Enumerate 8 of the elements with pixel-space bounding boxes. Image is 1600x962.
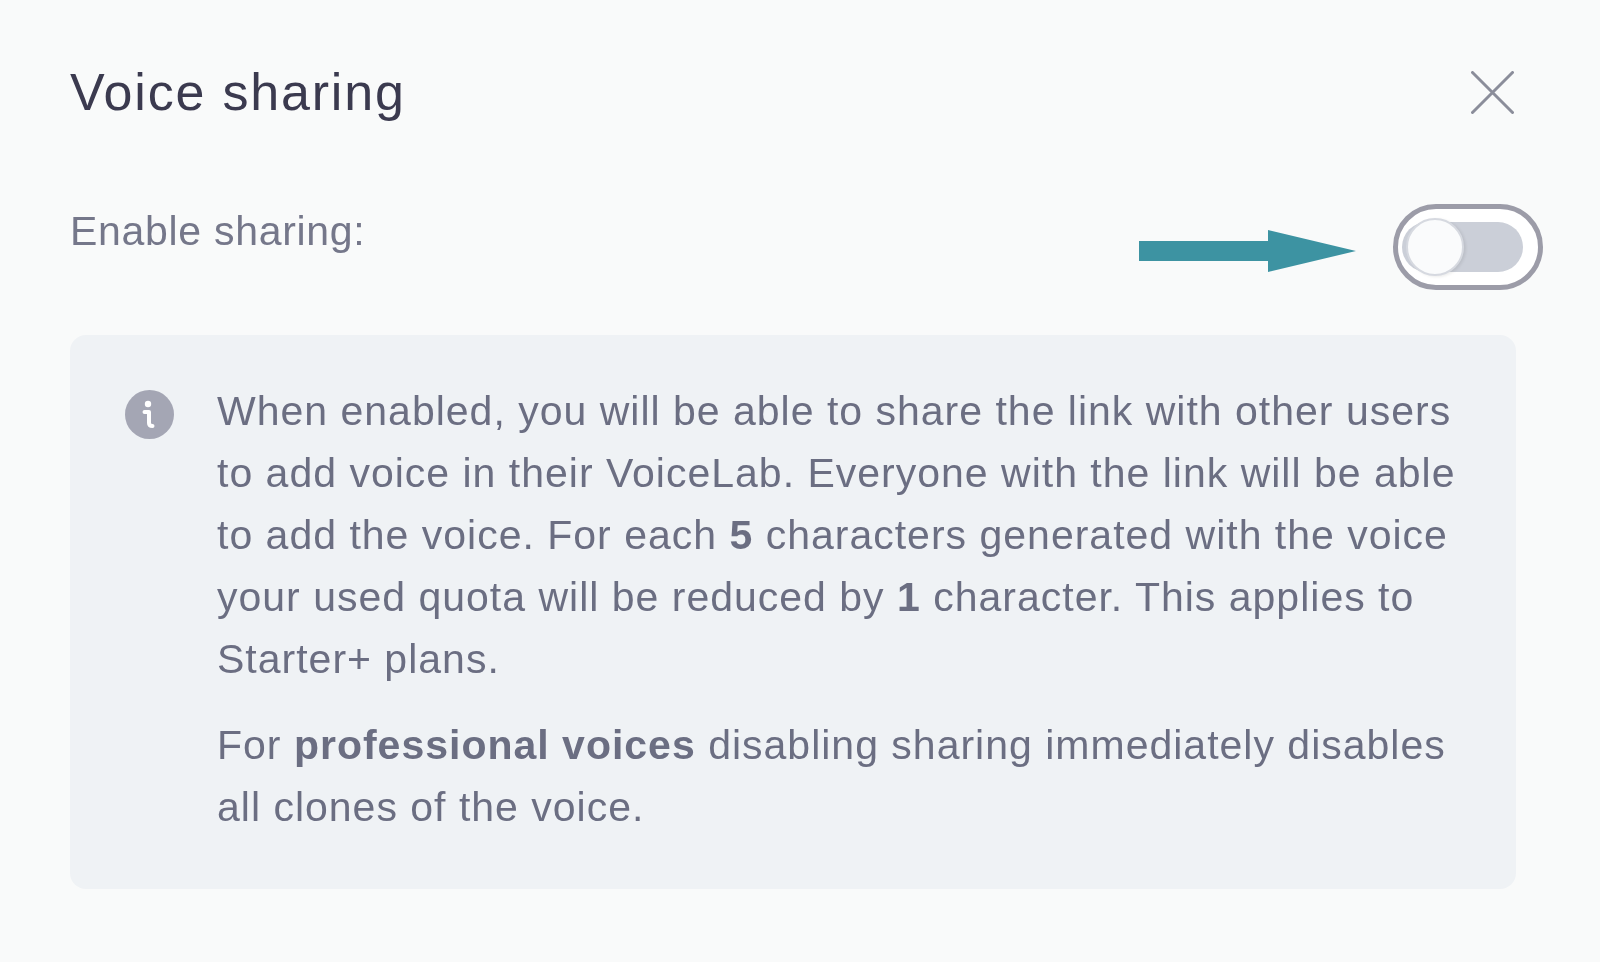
- close-button[interactable]: [1471, 70, 1514, 114]
- dialog-title: Voice sharing: [70, 62, 406, 122]
- info-text: When enabled, you will be able to share the link with other users to add voice in their VoiceLab. Everyone with the link will be able to add the voice. For each 5 characters generated with the voice your used quota will be reduced by 1 character. This applies to Starter+ plans.: [217, 387, 1457, 684]
- close-icon: [1471, 70, 1514, 114]
- info-text: For professional voices disabling sharing immediately disables all clones of the voice.: [217, 721, 1447, 832]
- arrow-icon: [1139, 230, 1356, 272]
- setting-label: Enable sharing:: [70, 207, 366, 255]
- info-icon: [125, 390, 174, 439]
